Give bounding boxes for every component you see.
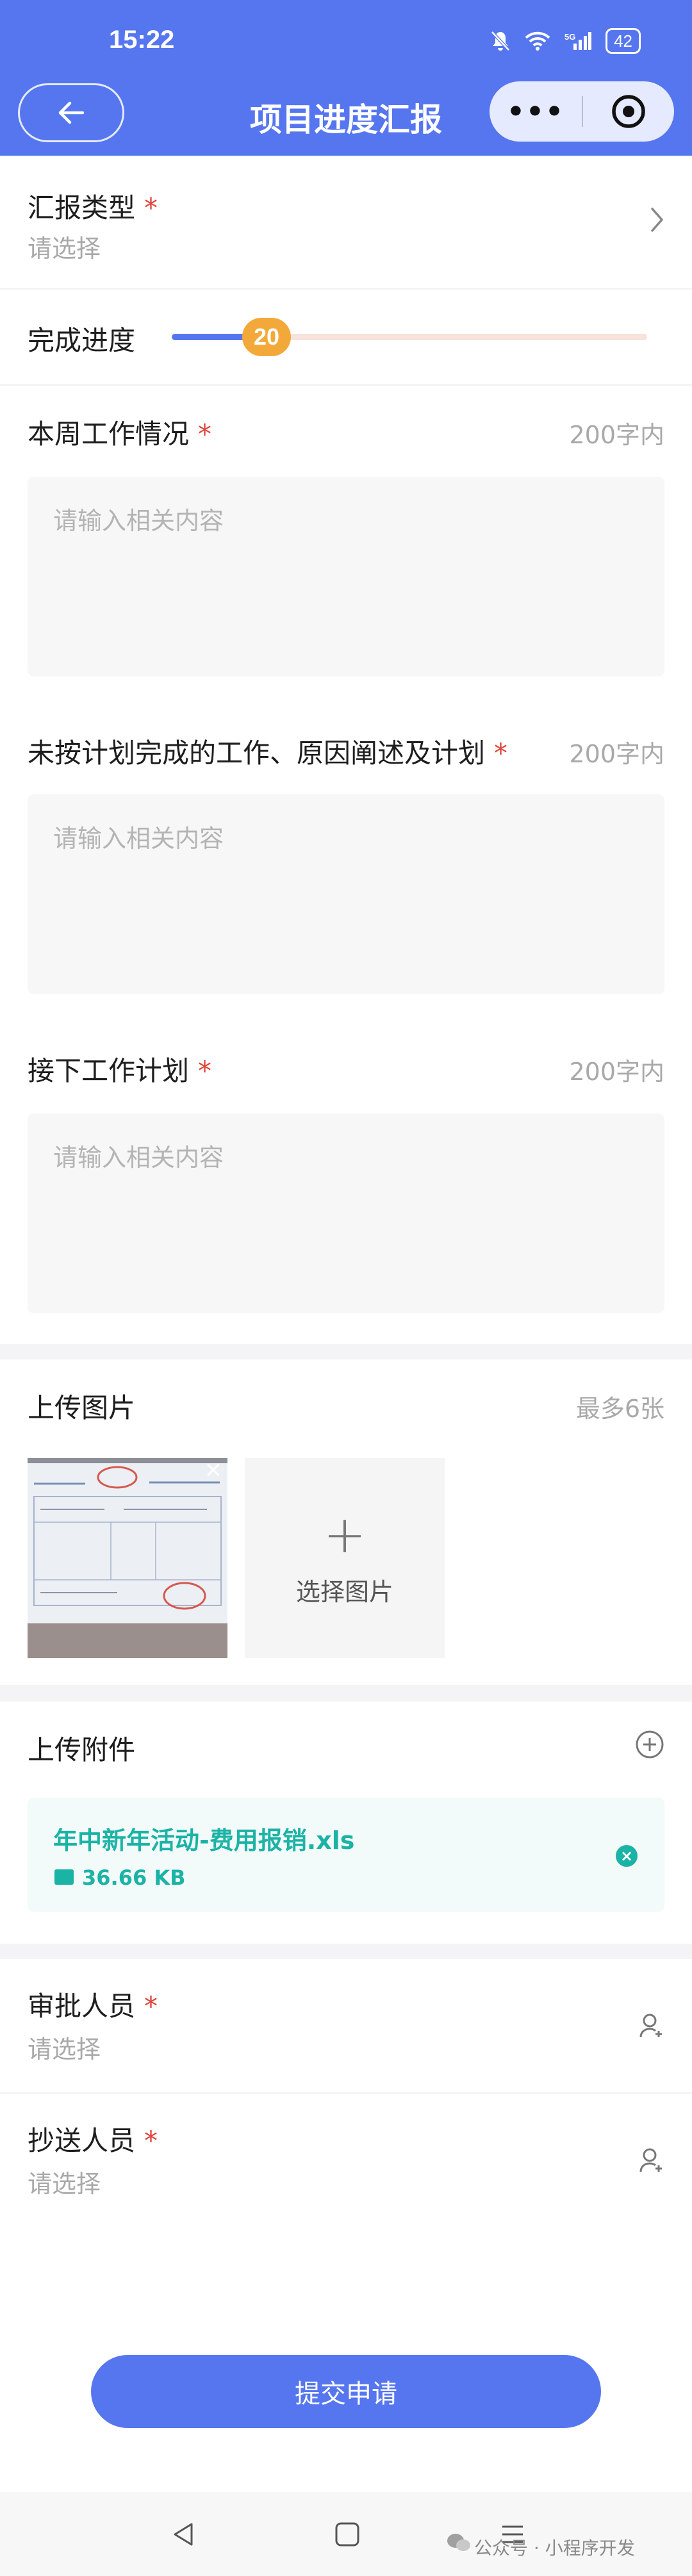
status-bar: 15:22 5G 42 bbox=[0, 0, 692, 80]
chevron-right-icon bbox=[651, 208, 663, 232]
remove-image-button[interactable]: × bbox=[204, 1458, 223, 1481]
weekly-work-input[interactable] bbox=[28, 477, 664, 677]
app-header-background: 15:22 5G 42 项目进度汇报 ••• bbox=[0, 0, 692, 156]
progress-label: 完成进度 bbox=[28, 325, 136, 356]
uploaded-image-thumbnail[interactable]: × bbox=[28, 1458, 227, 1658]
weekly-work-limit: 200字内 bbox=[569, 421, 664, 449]
required-mark: * bbox=[144, 2125, 158, 2156]
next-plan-limit: 200字内 bbox=[569, 1058, 664, 1086]
battery-indicator: 42 bbox=[606, 28, 641, 54]
attachment-filename: 年中新年活动-费用报销.xls bbox=[53, 1826, 355, 1855]
add-circle-icon[interactable] bbox=[635, 1730, 664, 1759]
weekly-work-label: 本周工作情况 bbox=[28, 418, 190, 450]
required-mark: * bbox=[144, 1990, 158, 2022]
next-plan-label: 接下工作计划 bbox=[28, 1055, 190, 1087]
attachment-size: 36.66 KB bbox=[82, 1866, 186, 1890]
approver-selector[interactable]: 审批人员 * 请选择 bbox=[0, 1959, 692, 2092]
section-gap bbox=[0, 1685, 692, 1702]
status-icons: 5G 42 bbox=[490, 28, 641, 54]
unfinished-work-input[interactable] bbox=[28, 794, 664, 994]
folder-icon bbox=[54, 1869, 74, 1885]
status-time: 15:22 bbox=[109, 26, 175, 54]
nav-home-icon[interactable] bbox=[334, 2522, 360, 2547]
upload-images-label: 上传图片 bbox=[28, 1392, 136, 1423]
submit-button[interactable]: 提交申请 bbox=[91, 2355, 601, 2428]
close-mini-program-button[interactable] bbox=[583, 94, 674, 129]
upload-images-limit: 最多6张 bbox=[575, 1395, 664, 1423]
next-plan-section: 接下工作计划 * 200字内 bbox=[0, 1022, 692, 1336]
wifi-icon bbox=[525, 31, 550, 51]
svg-text:5G: 5G bbox=[564, 32, 575, 42]
unfinished-work-limit: 200字内 bbox=[569, 740, 664, 768]
required-mark: * bbox=[144, 192, 158, 224]
progress-slider-track[interactable] bbox=[268, 334, 647, 340]
next-plan-input[interactable] bbox=[28, 1113, 664, 1313]
add-person-icon bbox=[639, 2014, 662, 2038]
required-mark: * bbox=[494, 737, 508, 769]
approver-label: 审批人员 bbox=[28, 1990, 136, 2022]
plus-icon: + bbox=[323, 1504, 367, 1564]
nav-back-icon[interactable] bbox=[172, 2522, 195, 2547]
report-type-placeholder: 请选择 bbox=[28, 234, 101, 263]
upload-attachments-label: 上传附件 bbox=[28, 1734, 136, 1766]
progress-slider-thumb[interactable]: 20 bbox=[242, 318, 291, 356]
signal-icon: 5G bbox=[564, 32, 592, 50]
receipt-photo bbox=[28, 1458, 227, 1658]
section-gap bbox=[0, 1944, 692, 1959]
approver-placeholder: 请选择 bbox=[28, 2035, 101, 2063]
required-mark: * bbox=[198, 418, 212, 450]
attachment-item[interactable]: 年中新年活动-费用报销.xls 36.66 KB × bbox=[28, 1798, 664, 1912]
add-image-button[interactable]: + 选择图片 bbox=[245, 1458, 445, 1658]
mini-program-capsule: ••• bbox=[490, 81, 674, 142]
cc-label: 抄送人员 bbox=[28, 2125, 136, 2156]
required-mark: * bbox=[198, 1055, 212, 1087]
cc-selector[interactable]: 抄送人员 * 请选择 bbox=[0, 2094, 692, 2227]
add-image-label: 选择图片 bbox=[295, 1577, 393, 1606]
unfinished-work-label: 未按计划完成的工作、原因阐述及计划 bbox=[28, 737, 486, 769]
add-person-icon bbox=[639, 2148, 662, 2172]
section-gap bbox=[0, 1344, 692, 1359]
report-type-label: 汇报类型 bbox=[28, 192, 136, 224]
remove-attachment-icon[interactable]: × bbox=[616, 1845, 638, 1867]
report-type-selector[interactable]: 汇报类型 * 请选择 bbox=[0, 156, 692, 289]
unfinished-work-section: 未按计划完成的工作、原因阐述及计划 * 200字内 bbox=[0, 705, 692, 1020]
target-icon bbox=[612, 95, 645, 128]
more-button[interactable]: ••• bbox=[490, 95, 582, 128]
mute-icon bbox=[491, 31, 510, 51]
wechat-logo-icon bbox=[447, 2534, 470, 2551]
weekly-work-section: 本周工作情况 * 200字内 bbox=[0, 386, 692, 700]
watermark-text: 公众号 · 小程序开发 bbox=[474, 2538, 635, 2559]
nav-header: 项目进度汇报 ••• bbox=[0, 80, 692, 156]
cc-placeholder: 请选择 bbox=[28, 2170, 101, 2198]
